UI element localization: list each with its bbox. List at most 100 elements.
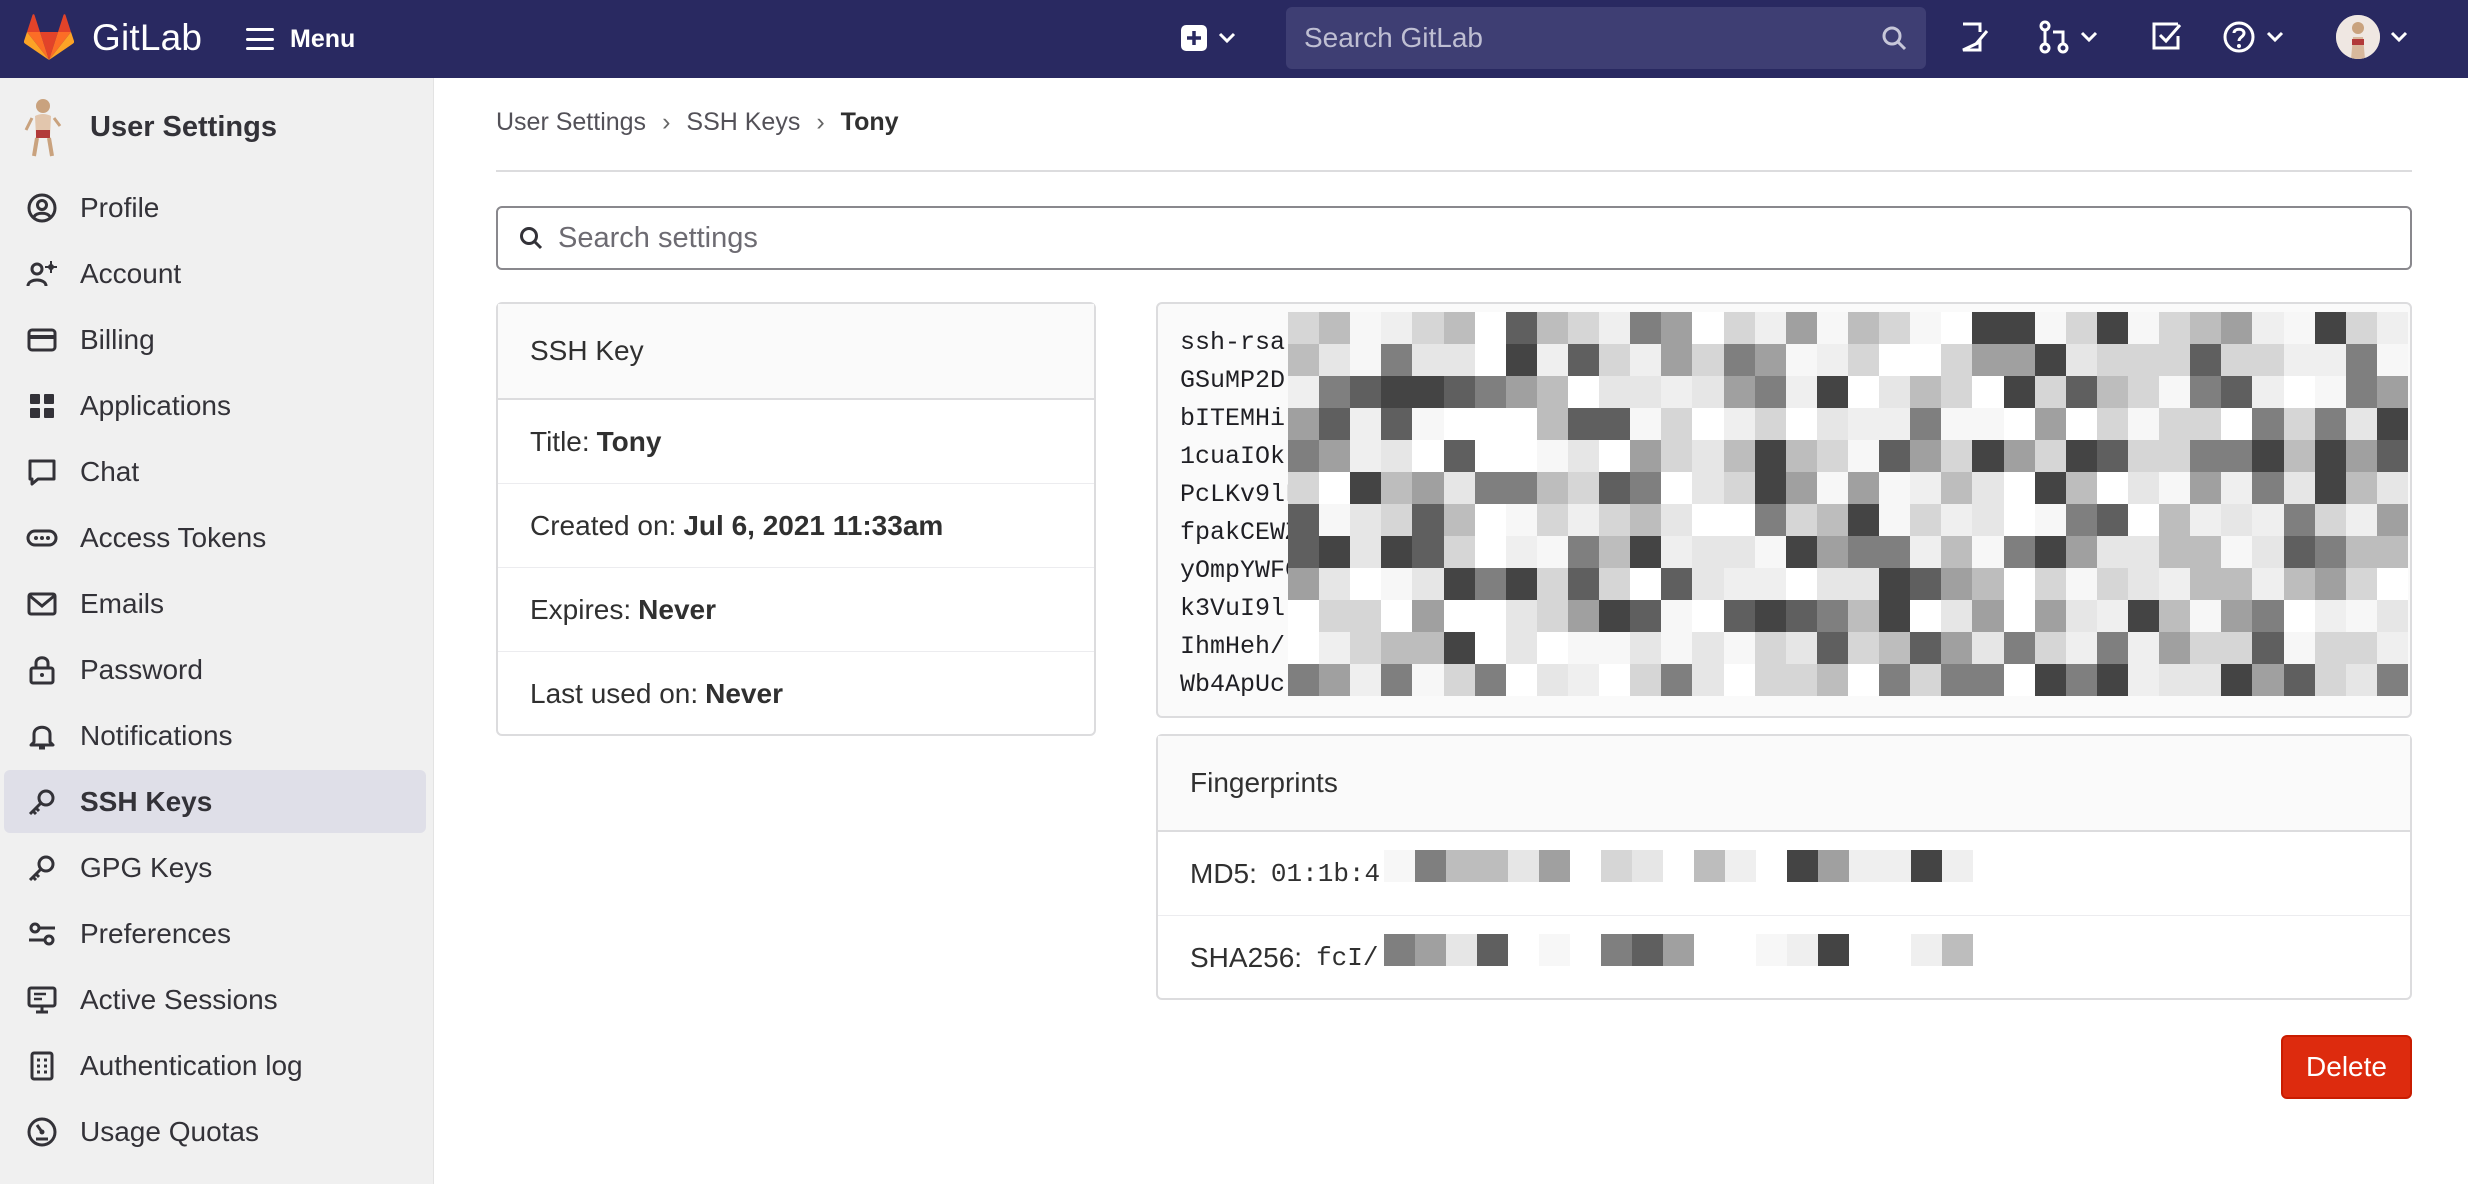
redaction-cell <box>1630 632 1662 664</box>
sidebar-item-ssh-keys[interactable]: SSH Keys <box>4 770 426 833</box>
redaction-cell <box>2345 472 2377 504</box>
redaction-cell <box>1412 312 1444 344</box>
help-button[interactable] <box>2222 20 2284 54</box>
redaction-cell <box>2065 440 2097 472</box>
sidebar-header[interactable]: User Settings <box>22 96 277 158</box>
redaction-cell <box>2003 536 2035 568</box>
sidebar-item-emails[interactable]: Emails <box>4 572 426 635</box>
redaction-cell <box>1723 632 1755 664</box>
redaction-cell <box>2190 440 2222 472</box>
redaction-cell <box>2376 600 2408 632</box>
redaction-cell <box>1725 850 1756 882</box>
redaction-cell <box>2345 344 2377 376</box>
ssh-key-text-card[interactable]: ssh-rsa GSuMP2D bITEMHi 1cuaIOk PcLKv9lL… <box>1156 302 2412 718</box>
breadcrumb-user-settings[interactable]: User Settings <box>496 108 646 137</box>
redaction-cell <box>1661 440 1693 472</box>
sidebar-item-billing[interactable]: Billing <box>4 308 426 371</box>
help-icon <box>2223 21 2255 53</box>
menu-button[interactable]: Menu <box>246 18 355 60</box>
breadcrumb-current[interactable]: Tony <box>841 108 899 137</box>
settings-search-input[interactable] <box>558 221 2410 255</box>
redaction-cell <box>1288 504 1320 536</box>
sidebar-item-active-sessions[interactable]: Active Sessions <box>4 968 426 1031</box>
hamburger-icon <box>246 28 274 50</box>
redaction-cell <box>2034 440 2066 472</box>
global-search-input[interactable] <box>1304 22 1880 54</box>
redaction-cell <box>1508 934 1539 966</box>
redaction-cell <box>2283 536 2315 568</box>
merge-requests-button[interactable] <box>2038 20 2098 54</box>
new-dropdown-button[interactable] <box>1180 24 1236 52</box>
sidebar-item-chat[interactable]: Chat <box>4 440 426 503</box>
redaction-cell <box>1723 472 1755 504</box>
delete-button[interactable]: Delete <box>2281 1035 2412 1099</box>
redaction-cell <box>2252 440 2284 472</box>
redaction-cell <box>2034 600 2066 632</box>
redaction-cell <box>1536 600 1568 632</box>
redaction-cell <box>1723 408 1755 440</box>
redaction-cell <box>2065 568 2097 600</box>
avatar <box>2336 15 2380 59</box>
sidebar-item-profile[interactable]: Profile <box>4 176 426 239</box>
sidebar-item-usage-quotas[interactable]: Usage Quotas <box>4 1100 426 1163</box>
sidebar-item-preferences[interactable]: Preferences <box>4 902 426 965</box>
redaction-cell <box>2034 536 2066 568</box>
redaction-cell <box>1941 440 1973 472</box>
redaction-cell <box>1319 664 1351 696</box>
redaction-cell <box>2252 568 2284 600</box>
redaction-cell <box>1692 376 1724 408</box>
redaction-cell <box>2190 472 2222 504</box>
redaction-cell <box>2345 504 2377 536</box>
redaction-cell <box>1567 440 1600 472</box>
redaction-cell <box>2314 472 2346 504</box>
sidebar-item-applications[interactable]: Applications <box>4 374 426 437</box>
issues-button[interactable] <box>1958 20 1992 54</box>
sidebar-item-notifications[interactable]: Notifications <box>4 704 426 767</box>
sidebar-item-password[interactable]: Password <box>4 638 426 701</box>
redaction-cell <box>1972 408 2004 440</box>
redaction-cell <box>1847 536 1880 568</box>
redaction-cell <box>2096 600 2128 632</box>
redaction-cell <box>1505 376 1537 408</box>
redaction-cell <box>1599 600 1631 632</box>
redaction-cell <box>1910 472 1942 504</box>
redaction-cell <box>2221 344 2253 376</box>
profile-icon <box>27 193 57 222</box>
redaction-cell <box>1474 632 1506 664</box>
redaction-cell <box>1601 850 1632 882</box>
redaction-cell <box>1505 472 1537 504</box>
redaction-cell <box>1474 472 1506 504</box>
gitlab-logo[interactable]: GitLab <box>24 14 202 62</box>
redaction-cell <box>1785 312 1817 344</box>
redaction-cell <box>1630 344 1662 376</box>
redaction-cell <box>1723 440 1755 472</box>
redaction-cell <box>1319 440 1351 472</box>
sidebar-item-account[interactable]: Account <box>4 242 426 305</box>
sidebar-item-label: SSH Keys <box>80 785 213 817</box>
redaction-cell <box>1412 408 1444 440</box>
chat-icon <box>28 459 56 485</box>
sidebar-item-authentication-log[interactable]: Authentication log <box>4 1034 426 1097</box>
redaction-cell <box>1381 408 1413 440</box>
redaction-cell <box>2127 408 2160 440</box>
sidebar-item-gpg-keys[interactable]: GPG Keys <box>4 836 426 899</box>
redaction-cell <box>1847 472 1880 504</box>
global-search[interactable] <box>1286 7 1926 69</box>
preferences-icon <box>29 922 55 945</box>
redaction-cell <box>1599 408 1631 440</box>
redaction-cell <box>1661 632 1693 664</box>
redaction-cell <box>2252 664 2284 696</box>
redaction-cell <box>2159 376 2191 408</box>
settings-search[interactable] <box>496 206 2412 270</box>
redaction-cell <box>2283 376 2315 408</box>
issues-icon <box>1962 22 1989 52</box>
todos-button[interactable] <box>2150 20 2182 52</box>
redaction-cell <box>1599 536 1631 568</box>
breadcrumb-ssh-keys[interactable]: SSH Keys <box>686 108 800 137</box>
redaction-cell <box>2314 408 2346 440</box>
redaction-cell <box>2190 536 2222 568</box>
user-menu-button[interactable] <box>2336 15 2408 59</box>
sidebar-item-access-tokens[interactable]: Access Tokens <box>4 506 426 569</box>
redaction-cell <box>2345 312 2377 344</box>
redaction-cell <box>2345 568 2377 600</box>
